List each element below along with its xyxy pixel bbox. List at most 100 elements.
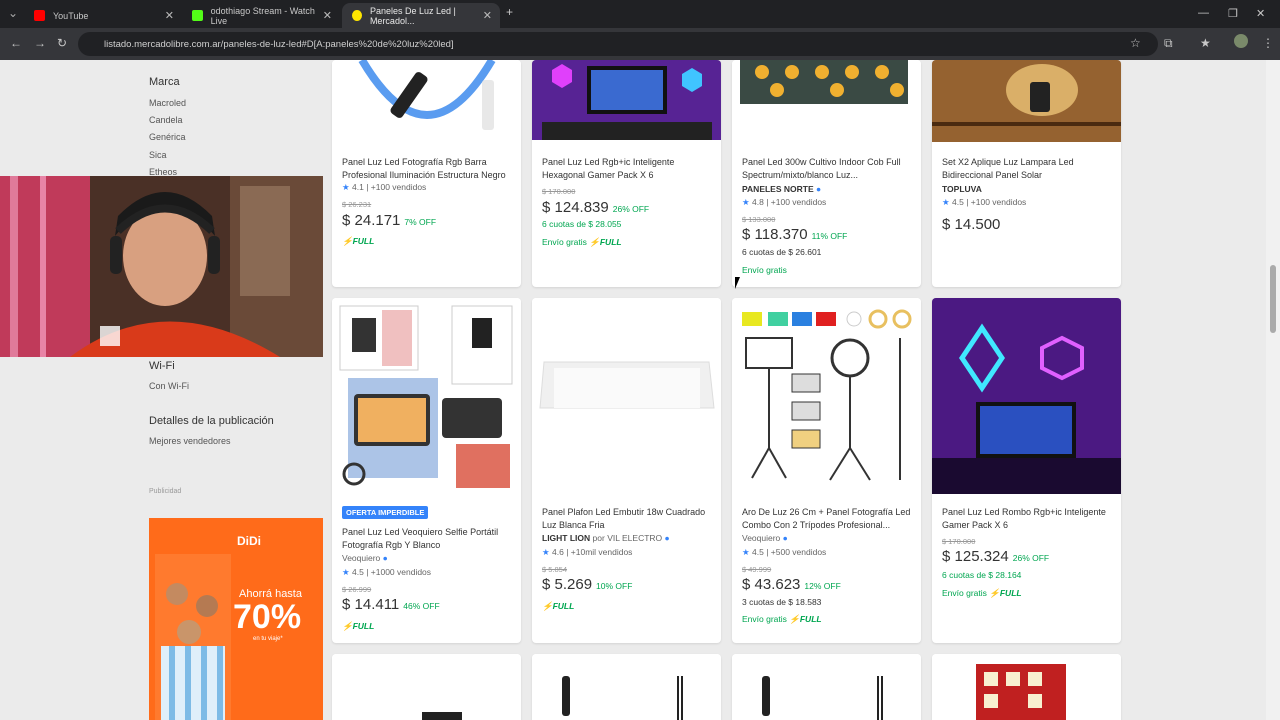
shipping: Envío gratis ⚡FULL <box>942 588 1022 599</box>
product-card[interactable]: OFERTA IMPERDIBLE Panel Luz Led Veoquier… <box>332 298 521 643</box>
product-card[interactable]: Panel Led 300w Cultivo Indoor Cob Full S… <box>732 60 921 287</box>
filter-details-item[interactable]: Mejores vendedores <box>149 436 231 446</box>
close-icon[interactable]: ✕ <box>165 9 174 22</box>
verified-icon: ● <box>382 553 388 563</box>
full-text: FULL <box>799 614 822 624</box>
rating-value: 4.5 <box>952 197 964 207</box>
product-card[interactable]: Panel Plafon Led Embutir 18w Cuadrado Lu… <box>532 298 721 643</box>
product-card[interactable] <box>532 654 721 720</box>
full-text: FULL <box>552 601 575 611</box>
tab-kick[interactable]: odothiago Stream - Watch Live ✕ <box>182 3 340 28</box>
full-text: FULL <box>352 236 375 246</box>
old-price: $ 26.999 <box>342 585 372 594</box>
filter-brand-item[interactable]: Candela <box>149 115 183 125</box>
product-title[interactable]: Panel Luz Led Rgb+ic Inteligente Hexagon… <box>542 156 711 181</box>
product-title[interactable]: Panel Luz Led Rombo Rgb+ic Inteligente G… <box>942 506 1111 531</box>
product-title[interactable]: Panel Led 300w Cultivo Indoor Cob Full S… <box>742 156 911 181</box>
filter-brand-item[interactable]: Macroled <box>149 98 186 108</box>
product-card[interactable] <box>732 654 921 720</box>
product-title[interactable]: Panel Plafon Led Embutir 18w Cuadrado Lu… <box>542 506 711 531</box>
product-card[interactable]: Panel Luz Led Rombo Rgb+ic Inteligente G… <box>932 298 1121 643</box>
tab-search-icon[interactable]: ⌄ <box>8 6 18 20</box>
mouse-cursor-icon <box>735 277 745 289</box>
price-value: $ 124.839 <box>542 199 609 216</box>
new-tab-icon[interactable]: + <box>506 5 513 19</box>
rating-value: 4.5 <box>352 567 364 577</box>
minimize-icon[interactable]: — <box>1198 7 1209 19</box>
address-bar[interactable]: listado.mercadolibre.com.ar/paneles-de-l… <box>78 32 1158 56</box>
webcam-overlay <box>0 176 323 357</box>
didi-logo: DiDi <box>237 534 261 548</box>
product-card[interactable] <box>932 654 1121 720</box>
tab-youtube[interactable]: YouTube ✕ <box>24 3 182 28</box>
filter-brand-item[interactable]: Sica <box>149 150 167 160</box>
old-price: $ 170.000 <box>542 187 576 196</box>
full-label: ⚡FULL <box>342 236 375 246</box>
product-rating: ★ 4.5 | +100 vendidos <box>942 197 1026 208</box>
product-image <box>932 298 1121 494</box>
seller-name: Veoquiero <box>742 533 781 543</box>
product-rating: ★ 4.6 | +10mil vendidos <box>542 547 632 558</box>
profile-avatar[interactable] <box>1234 34 1248 48</box>
filter-wifi-item[interactable]: Con Wi-Fi <box>149 381 189 391</box>
shipping: Envío gratis <box>742 265 787 275</box>
verified-icon: ● <box>816 184 822 194</box>
product-card[interactable]: Panel Luz Led Fotografía Rgb Barra Profe… <box>332 60 521 287</box>
tab-youtube-label: YouTube <box>53 10 89 21</box>
shipping-text: Envío gratis <box>542 237 587 247</box>
full-label: ⚡FULL <box>989 588 1022 598</box>
back-icon[interactable]: ← <box>10 36 22 50</box>
window-close-icon[interactable]: ✕ <box>1256 7 1265 20</box>
shipping: Envío gratis ⚡FULL <box>742 614 822 625</box>
product-price: $ 125.324 26% OFF <box>942 548 1049 565</box>
filter-brand-item[interactable]: Genérica <box>149 132 186 142</box>
rating-value: 4.6 <box>552 547 564 557</box>
product-card[interactable]: Aro De Luz 26 Cm + Panel Fotografía Led … <box>732 298 921 643</box>
maximize-icon[interactable]: ❐ <box>1228 7 1238 20</box>
verified-icon: ● <box>782 533 788 543</box>
filter-heading-marca: Marca <box>149 76 180 88</box>
product-image <box>532 654 721 720</box>
product-price: $ 24.171 7% OFF <box>342 212 436 229</box>
webcam-image <box>0 176 323 357</box>
shipping-text: Envío gratis <box>942 588 987 598</box>
product-image <box>732 298 921 494</box>
product-brand: LIGHT LION por VIL ELECTRO ● <box>542 533 670 543</box>
product-card[interactable]: Set X2 Aplique Luz Lampara Led Bidirecci… <box>932 60 1121 287</box>
seller-name: por VIL ELECTRO <box>592 533 663 543</box>
bookmarks-icon[interactable]: ★ <box>1200 36 1211 50</box>
old-price: $ 170.000 <box>942 537 976 546</box>
bookmark-star-icon[interactable]: ☆ <box>1130 36 1141 50</box>
menu-icon[interactable]: ⋮ <box>1262 36 1274 50</box>
sold-count: | +1000 vendidos <box>366 567 432 577</box>
rating-value: 4.8 <box>752 197 764 207</box>
price-value: $ 43.623 <box>742 576 801 593</box>
page-scrollbar[interactable] <box>1266 60 1280 720</box>
full-label: ⚡FULL <box>589 237 622 247</box>
didi-ad-banner[interactable]: DiDi Ahorrá hasta 70% en tu viaje* <box>149 518 323 720</box>
extensions-icon[interactable]: ⧉ <box>1164 36 1173 51</box>
product-title[interactable]: Panel Luz Led Veoquiero Selfie Portátil … <box>342 526 511 551</box>
product-title[interactable]: Set X2 Aplique Luz Lampara Led Bidirecci… <box>942 156 1111 181</box>
close-icon[interactable]: ✕ <box>323 9 332 22</box>
tab-mercadolibre[interactable]: Paneles De Luz Led | Mercadol... ✕ <box>342 3 500 28</box>
price-value: $ 118.370 <box>742 226 808 243</box>
discount: 26% OFF <box>612 204 650 214</box>
product-rating: ★ 4.5 | +500 vendidos <box>742 547 826 558</box>
product-title[interactable]: Aro De Luz 26 Cm + Panel Fotografía Led … <box>742 506 911 531</box>
product-card[interactable] <box>332 654 521 720</box>
sold-count: | +100 vendidos <box>966 197 1027 207</box>
product-image <box>332 298 521 494</box>
price-value: $ 125.324 <box>942 548 1009 565</box>
scrollbar-thumb[interactable] <box>1270 265 1276 333</box>
url-text: listado.mercadolibre.com.ar/paneles-de-l… <box>104 38 454 50</box>
reload-icon[interactable]: ↻ <box>57 36 67 50</box>
close-icon[interactable]: ✕ <box>483 9 492 22</box>
offer-badge: OFERTA IMPERDIBLE <box>342 506 429 519</box>
installments: 3 cuotas de $ 18.583 <box>742 597 822 607</box>
forward-icon[interactable]: → <box>34 36 46 50</box>
browser-toolbar: ← → ↻ listado.mercadolibre.com.ar/panele… <box>0 28 1280 60</box>
rating-value: 4.5 <box>752 547 764 557</box>
product-title[interactable]: Panel Luz Led Fotografía Rgb Barra Profe… <box>342 156 511 181</box>
product-card[interactable]: Panel Luz Led Rgb+ic Inteligente Hexagon… <box>532 60 721 287</box>
